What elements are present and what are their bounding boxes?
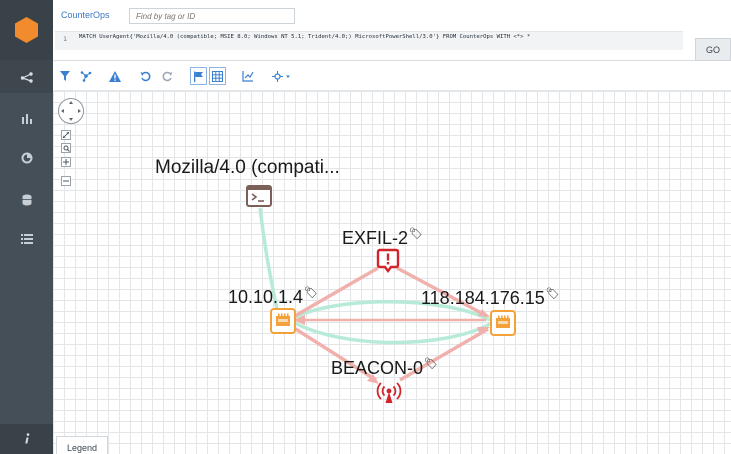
share-nodes-icon — [20, 71, 33, 83]
search-input[interactable] — [129, 8, 295, 24]
undo-icon — [140, 71, 150, 81]
node-label-host-a[interactable]: 10.10.1.4🏷 — [228, 287, 319, 307]
logo-icon[interactable] — [0, 0, 53, 60]
move-icon — [272, 70, 290, 82]
sidebar-item-data[interactable] — [0, 180, 53, 220]
node-label-exfil[interactable]: EXFIL-2🏷 — [342, 228, 423, 248]
exfil-alert-icon[interactable] — [376, 248, 400, 274]
node-label-useragent[interactable]: Mozilla/4.0 (compati... — [155, 158, 340, 177]
grid-button[interactable] — [209, 67, 226, 85]
tag-icon: 🏷 — [424, 358, 438, 370]
query-editor[interactable]: 1 MATCH UserAgent{'Mozilla/4.0 (compatib… — [55, 31, 683, 50]
filter-button[interactable] — [59, 67, 71, 85]
top-bar: CounterOps 1 MATCH UserAgent{'Mozilla/4.… — [53, 0, 731, 61]
database-icon — [22, 194, 31, 206]
pie-chart-icon — [21, 152, 32, 164]
graph-canvas[interactable]: Mozilla/4.0 (compati... EXFIL-2🏷 10.10.1… — [53, 91, 731, 454]
sidebar-item-graph[interactable] — [0, 60, 53, 93]
move-button[interactable] — [271, 67, 293, 85]
node-label-text: Mozilla/4.0 (compati... — [155, 157, 340, 178]
chart-edit-button[interactable] — [241, 67, 255, 85]
chart-edit-icon — [242, 71, 254, 82]
graph-toolbar — [53, 62, 731, 91]
beacon-icon[interactable] — [375, 378, 403, 406]
bar-chart-icon — [21, 113, 32, 124]
host-icon[interactable] — [269, 307, 297, 335]
layout-button[interactable] — [79, 67, 93, 85]
line-number: 1 — [63, 35, 67, 43]
layout-icon — [80, 71, 92, 82]
edge-host-a-host-b-lower — [292, 320, 491, 345]
undo-button[interactable] — [139, 67, 151, 85]
tag-icon: 🏷 — [304, 287, 319, 299]
node-label-text: 118.184.176.15 — [421, 288, 545, 308]
info-icon — [24, 433, 29, 444]
go-button[interactable]: GO — [695, 38, 731, 61]
sidebar — [0, 0, 53, 454]
filter-icon — [60, 71, 70, 81]
logo-area — [0, 0, 53, 60]
node-label-host-b[interactable]: 118.184.176.15🏷 — [421, 288, 560, 308]
legend-tab[interactable]: Legend — [56, 436, 108, 454]
redo-icon — [162, 71, 172, 81]
sidebar-info[interactable] — [0, 424, 53, 454]
redo-button[interactable] — [161, 67, 173, 85]
tag-icon: 🏷 — [545, 288, 560, 300]
sidebar-item-stats[interactable] — [0, 138, 53, 178]
flag-button[interactable] — [190, 67, 207, 85]
node-label-text: 10.10.1.4 — [228, 287, 304, 307]
sidebar-item-charts[interactable] — [0, 98, 53, 138]
node-label-beacon[interactable]: BEACON-0🏷 — [331, 358, 438, 378]
node-label-text: EXFIL-2 — [342, 228, 409, 248]
tag-icon: 🏷 — [409, 228, 423, 240]
list-icon — [20, 233, 33, 244]
sidebar-item-list[interactable] — [0, 218, 53, 258]
node-label-text: BEACON-0 — [331, 358, 424, 378]
terminal-icon[interactable] — [246, 185, 272, 207]
query-text[interactable]: MATCH UserAgent{'Mozilla/4.0 (compatible… — [79, 34, 530, 40]
flag-icon — [194, 71, 203, 82]
app-title[interactable]: CounterOps — [61, 10, 110, 20]
alert-button[interactable] — [108, 67, 122, 85]
host-icon[interactable] — [489, 309, 517, 337]
warning-icon — [109, 70, 121, 82]
grid-icon — [212, 70, 223, 82]
